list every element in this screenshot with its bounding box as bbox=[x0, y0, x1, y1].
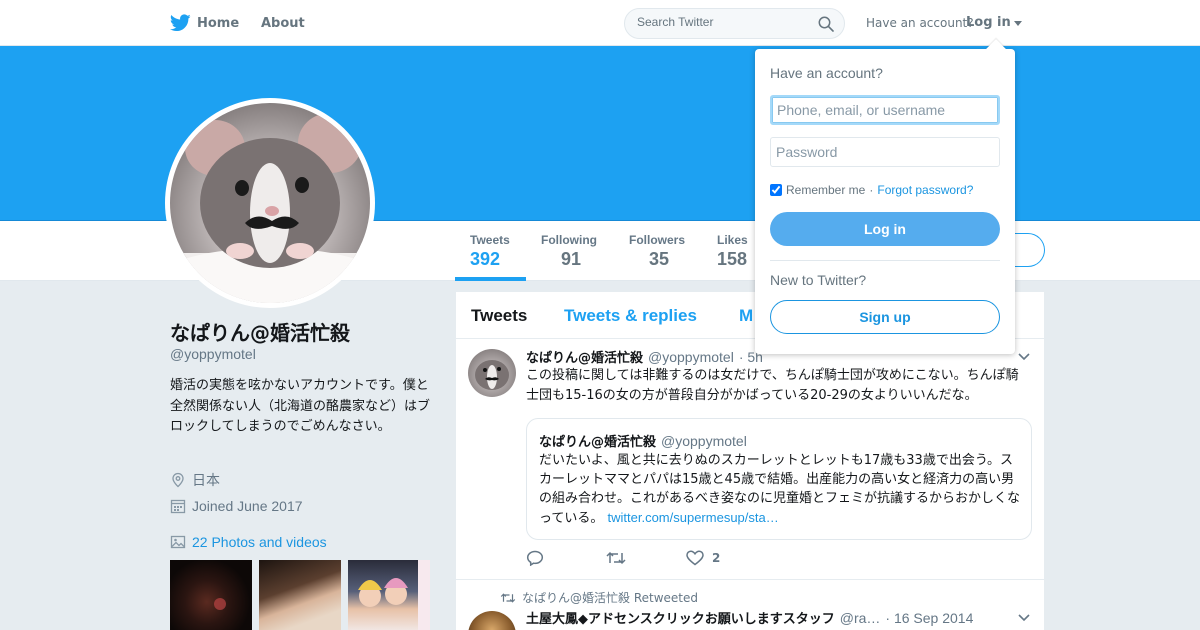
profile-joined: Joined June 2017 bbox=[170, 498, 303, 514]
caret-down-icon bbox=[1013, 20, 1022, 26]
login-dropdown: Have an account? Remember me · Forgot pa… bbox=[755, 39, 1015, 354]
stat-value: 158 bbox=[717, 249, 748, 269]
nav-home-link[interactable]: Home bbox=[170, 13, 239, 33]
tab-tweets-and-replies[interactable]: Tweets & replies bbox=[564, 306, 697, 326]
stat-label: Tweets bbox=[470, 233, 510, 247]
tweet[interactable]: なぱりん@婚活忙殺 Retweeted 土屋大鳳◆アドセンスクリックお願いします… bbox=[456, 580, 1044, 630]
stat-value: 35 bbox=[649, 249, 670, 269]
remember-me-label[interactable]: Remember me bbox=[786, 183, 865, 197]
tweet-header: なぱりん@婚活忙殺 @yoppymotel · 5h bbox=[526, 347, 763, 366]
new-to-twitter-text: New to Twitter? bbox=[770, 272, 867, 288]
tweet-username[interactable]: @yoppymotel bbox=[648, 349, 734, 365]
remember-me-checkbox[interactable] bbox=[770, 184, 782, 196]
forgot-password-link[interactable]: Forgot password? bbox=[877, 183, 973, 197]
tweet-username[interactable]: @ra… bbox=[840, 610, 881, 626]
stat-label: Following bbox=[541, 233, 597, 247]
heart-icon bbox=[686, 550, 704, 566]
profile-handle[interactable]: @yoppymotel bbox=[170, 346, 256, 362]
nav-home-label: Home bbox=[197, 15, 240, 31]
login-dropdown-toggle[interactable]: Log in bbox=[966, 15, 1022, 30]
nav-about-link[interactable]: About bbox=[261, 16, 305, 31]
stat-following[interactable]: Following 91 bbox=[541, 233, 597, 270]
quote-fullname: なぱりん@婚活忙殺 bbox=[539, 435, 657, 450]
tweet-fullname[interactable]: なぱりん@婚活忙殺 bbox=[526, 347, 643, 366]
retweet-icon bbox=[500, 592, 516, 603]
password-field[interactable] bbox=[770, 137, 1000, 167]
image-icon bbox=[170, 535, 186, 549]
login-dropdown-title: Have an account? bbox=[770, 65, 883, 81]
divider bbox=[770, 260, 1000, 261]
remember-me-row: Remember me · Forgot password? bbox=[770, 183, 973, 197]
login-toggle-label: Log in bbox=[966, 15, 1011, 30]
search-icon[interactable] bbox=[818, 16, 834, 32]
tweet-avatar[interactable] bbox=[468, 611, 516, 630]
media-thumbnail[interactable] bbox=[348, 560, 430, 630]
tweet-text: この投稿に関しては非難するのは女だけで、ちんぽ騎士団が攻めにこない。ちんぽ騎士団… bbox=[526, 368, 1019, 403]
profile-avatar[interactable] bbox=[165, 98, 375, 308]
signup-button[interactable]: Sign up bbox=[770, 300, 1000, 334]
tweet-actions: 2 bbox=[526, 550, 766, 566]
location-pin-icon bbox=[172, 472, 184, 488]
calendar-icon bbox=[170, 499, 186, 514]
username-field[interactable] bbox=[770, 95, 1000, 125]
like-count: 2 bbox=[712, 551, 721, 565]
stat-tweets[interactable]: Tweets 392 bbox=[470, 233, 510, 270]
stat-value: 91 bbox=[561, 249, 582, 269]
tweet-fullname[interactable]: 土屋大鳳◆アドセンスクリックお願いしますスタッフ bbox=[526, 608, 835, 627]
top-nav: Home About Have an account? Log in bbox=[0, 0, 1200, 46]
profile-bio: 婚活の実態を呟かないアカウントです。僕と全然関係ない人（北海道の酪農家など）はブ… bbox=[170, 378, 431, 434]
media-thumbnail[interactable] bbox=[170, 560, 252, 630]
retweet-context: なぱりん@婚活忙殺 Retweeted bbox=[500, 589, 698, 606]
tab-tweets[interactable]: Tweets bbox=[471, 306, 527, 326]
joined-text: Joined June 2017 bbox=[192, 498, 303, 514]
chevron-down-icon[interactable] bbox=[1018, 614, 1030, 622]
chevron-down-icon[interactable] bbox=[1018, 353, 1030, 361]
reply-action[interactable] bbox=[526, 550, 606, 566]
retweeted-by-text[interactable]: なぱりん@婚活忙殺 Retweeted bbox=[522, 589, 698, 606]
like-action[interactable]: 2 bbox=[686, 550, 766, 566]
tweet-avatar[interactable] bbox=[468, 349, 516, 397]
search-input[interactable] bbox=[637, 15, 807, 29]
quote-username: @yoppymotel bbox=[661, 433, 747, 449]
avatar-image bbox=[170, 103, 370, 303]
tweet-timestamp[interactable]: · 16 Sep 2014 bbox=[885, 610, 973, 626]
quote-link[interactable]: twitter.com/supermesup/sta… bbox=[608, 510, 779, 525]
retweet-action[interactable] bbox=[606, 550, 686, 566]
login-button[interactable]: Log in bbox=[770, 212, 1000, 246]
profile-location: 日本 bbox=[170, 470, 220, 490]
media-thumbnail[interactable] bbox=[259, 560, 341, 630]
search-box[interactable] bbox=[624, 8, 845, 39]
tweet[interactable]: なぱりん@婚活忙殺 @yoppymotel · 5h この投稿に関しては非難する… bbox=[456, 339, 1044, 580]
quoted-tweet[interactable]: なぱりん@婚活忙殺 @yoppymotel だいたいよ、風と共に去りぬのスカーレ… bbox=[526, 418, 1032, 540]
stat-likes[interactable]: Likes 158 bbox=[717, 233, 748, 270]
location-text: 日本 bbox=[192, 472, 220, 488]
tab-media[interactable]: M bbox=[739, 306, 753, 326]
have-account-text: Have an account? bbox=[866, 16, 974, 30]
active-stat-indicator bbox=[455, 277, 526, 281]
tweet-header: 土屋大鳳◆アドセンスクリックお願いしますスタッフ @ra… · 16 Sep 2… bbox=[526, 608, 973, 627]
stat-followers[interactable]: Followers 35 bbox=[629, 233, 685, 270]
stat-value: 392 bbox=[470, 249, 501, 269]
quote-text: だいたいよ、風と共に去りぬのスカーレットとレットも17歳も33歳で出会う。スカー… bbox=[539, 451, 1023, 528]
quote-header: なぱりん@婚活忙殺 @yoppymotel bbox=[539, 431, 747, 450]
profile-name[interactable]: なぱりん@婚活忙殺 bbox=[170, 317, 350, 346]
separator-dot: · bbox=[869, 183, 874, 197]
photos-videos-label: 22 Photos and videos bbox=[192, 534, 327, 550]
stat-label: Followers bbox=[629, 233, 686, 247]
photos-videos-link[interactable]: 22 Photos and videos bbox=[170, 534, 327, 550]
twitter-bird-icon bbox=[170, 14, 191, 32]
retweet-icon bbox=[606, 551, 626, 565]
stat-label: Likes bbox=[717, 233, 748, 247]
reply-icon bbox=[526, 550, 544, 566]
